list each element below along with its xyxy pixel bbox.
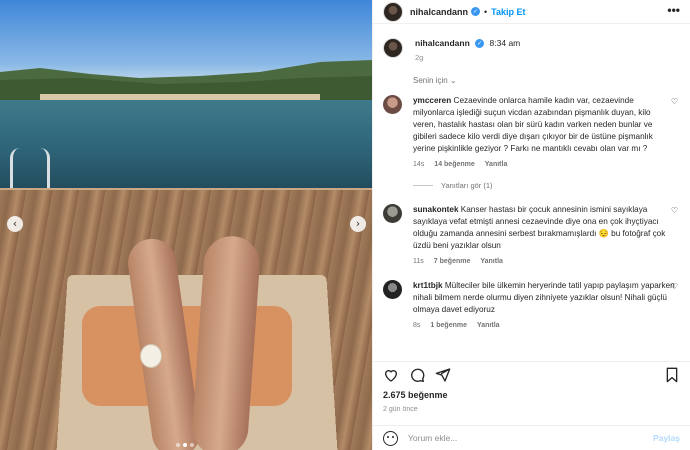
caption-age: 2g [415,53,424,63]
bookmark-icon[interactable] [664,367,680,383]
caption-username[interactable]: nihalcandann [415,38,470,48]
post-comment-button[interactable]: Paylaş [653,433,680,443]
post-header: nihalcandann ✓ • Takip Et ••• [373,0,690,24]
comment-username[interactable]: sunakontek [413,205,459,214]
comment-likes[interactable]: 7 beğenme [434,256,471,268]
reply-button[interactable]: Yanıtla [480,256,503,268]
avatar[interactable] [383,1,403,22]
emoji-icon[interactable] [383,430,398,446]
comment-item: sunakontek Kanser hastası bir çocuk anne… [383,204,680,268]
caption: nihalcandann ✓ 8:34 am 2g [383,38,680,62]
avatar[interactable] [383,280,402,300]
comment-likes[interactable]: 1 beğenme [430,320,467,332]
post-age: 2 gün önce [383,406,418,413]
post-photo[interactable]: ‹ › [0,0,372,450]
share-icon[interactable] [435,367,451,383]
caption-avatar[interactable] [383,38,403,58]
comments-area[interactable]: nihalcandann ✓ 8:34 am 2g Senin için ⌄ y… [373,24,690,360]
post-actions-bar [373,361,690,387]
comment-age: 11s [413,258,424,266]
view-replies-button[interactable]: Yanıtları gör (1) [413,181,680,190]
comment-text: Mülteciler bile ülkemin heryerinde tatil… [413,281,675,315]
add-comment-bar: Paylaş [373,425,690,450]
likes-total[interactable]: 2.675 beğenme [383,390,448,400]
comment-age: 8s [413,322,421,330]
chevron-left-icon[interactable]: ‹ [7,216,23,232]
view-replies-label: Yanıtları gör (1) [441,181,493,191]
heart-icon[interactable]: ♡ [671,282,678,291]
verified-badge-icon: ✓ [471,7,481,16]
heart-icon[interactable]: ♡ [671,97,678,106]
instagram-post-view: ‹ › nihalcandann ✓ • Takip Et ••• nihalc… [0,0,690,450]
comment-age: 14s [413,161,425,169]
carousel-dot-active [183,443,187,447]
comment-likes[interactable]: 14 beğenme [434,159,474,171]
post-author-username[interactable]: nihalcandann [410,7,468,17]
more-options-icon[interactable]: ••• [667,3,680,17]
comment-username[interactable]: krt1tbjk [413,281,443,290]
replies-line [413,185,433,187]
chevron-down-icon: ⌄ [449,76,457,86]
follow-button[interactable]: Takip Et [491,7,525,17]
reply-button[interactable]: Yanıtla [477,320,500,332]
photo-sea [0,100,372,195]
header-separator: • [484,6,488,17]
post-side-panel: nihalcandann ✓ • Takip Et ••• nihalcanda… [372,0,690,450]
sort-label: Senin için [413,76,448,86]
avatar[interactable] [383,204,402,224]
verified-badge-icon: ✓ [475,39,485,49]
comment-username[interactable]: ymcceren [413,96,451,105]
carousel-dot [190,443,194,447]
carousel-dots [176,443,194,447]
heart-icon[interactable] [383,367,399,383]
caption-time: 8:34 am [489,38,521,48]
comment-icon[interactable] [409,367,425,383]
reply-button[interactable]: Yanıtla [485,159,508,171]
photo-patch [140,344,162,368]
chevron-right-icon[interactable]: › [350,216,366,232]
comment-item: ymcceren Cezaevinde onlarca hamile kadın… [383,95,680,171]
comment-item: krt1tbjk Mülteciler bile ülkemin heryeri… [383,280,680,332]
carousel-dot [176,443,180,447]
caption-text: nihalcandann ✓ 8:34 am 2g [415,38,520,62]
comment-sort-dropdown[interactable]: Senin için ⌄ [413,76,680,85]
heart-icon[interactable]: ♡ [671,206,678,215]
avatar[interactable] [383,95,402,115]
comment-input[interactable] [408,433,654,443]
